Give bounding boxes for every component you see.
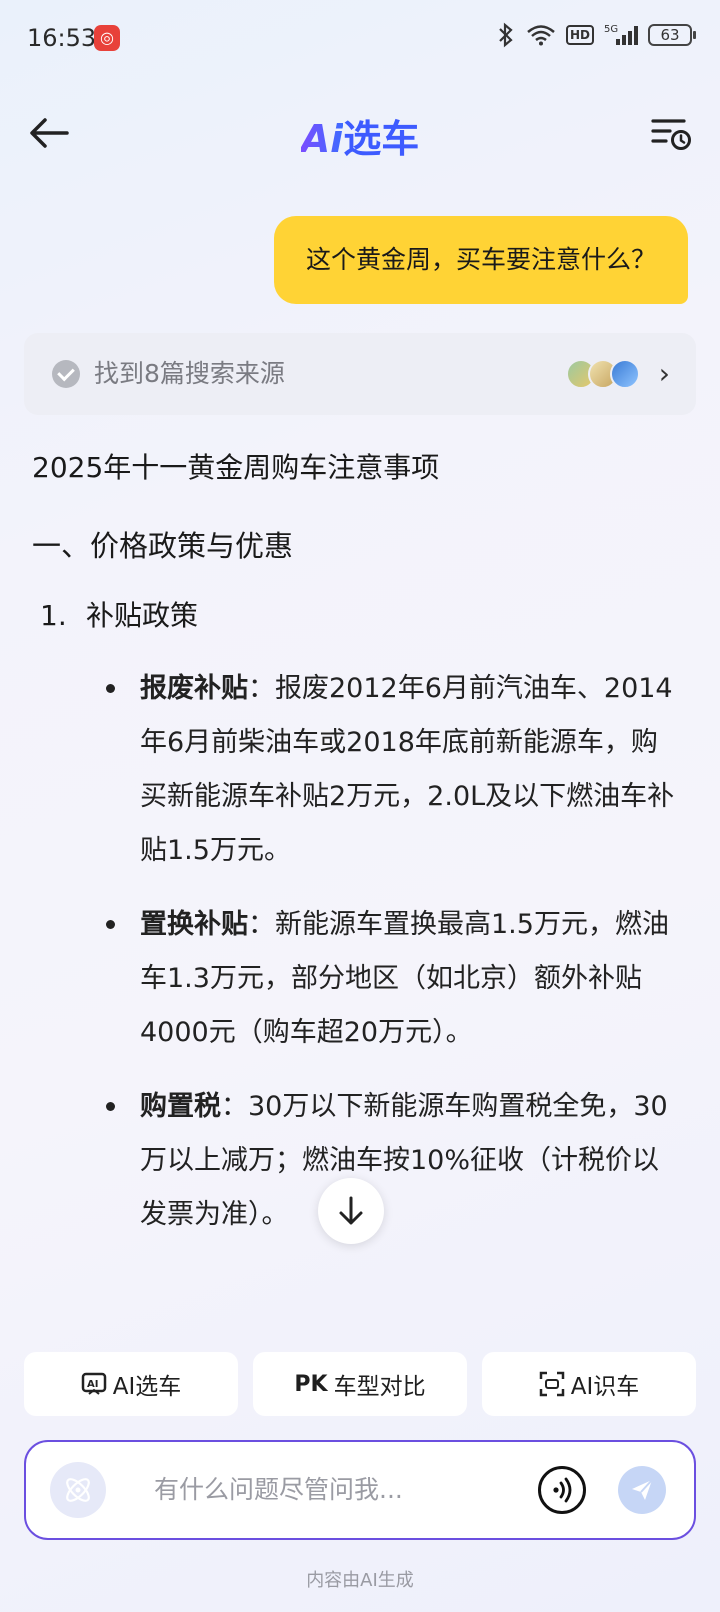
scroll-down-button[interactable] xyxy=(318,1178,384,1244)
battery-indicator: 63 xyxy=(648,24,696,46)
section-heading: 一、价格政策与优惠 xyxy=(32,529,294,563)
netease-music-icon: ◎ xyxy=(94,25,120,51)
send-button[interactable] xyxy=(618,1466,666,1514)
history-button[interactable] xyxy=(646,108,696,158)
chat-input-box[interactable]: 有什么问题尽管问我... xyxy=(24,1440,696,1540)
header: Ai选车 xyxy=(0,100,720,164)
atom-icon[interactable] xyxy=(50,1462,106,1518)
history-list-icon xyxy=(651,119,691,150)
ai-recognize-car-button[interactable]: AI识车 xyxy=(482,1352,696,1416)
bullet-label: 报废补贴 xyxy=(140,673,248,704)
source-avatars xyxy=(566,359,640,389)
atom-glyph xyxy=(66,1478,90,1502)
compare-models-button[interactable]: PK 车型对比 xyxy=(253,1352,467,1416)
quick-actions: AI AI选车 PK 车型对比 AI识车 xyxy=(24,1352,696,1416)
user-message-bubble: 这个黄金周，买车要注意什么？ xyxy=(273,216,688,304)
voice-input-button[interactable] xyxy=(538,1466,586,1514)
list-item: 报废补贴：报废2012年6月前汽油车、2014年6月前柴油车或2018年底前新能… xyxy=(32,662,682,878)
chevron-right-icon: › xyxy=(658,357,670,390)
check-circle-icon xyxy=(52,360,80,388)
sources-count-text: 找到8篇搜索来源 xyxy=(94,359,285,388)
svg-text:AI: AI xyxy=(87,1379,98,1390)
bullet-list: 报废补贴：报废2012年6月前汽油车、2014年6月前柴油车或2018年底前新能… xyxy=(32,662,682,1242)
hd-badge: HD xyxy=(565,25,594,45)
search-sources-bar[interactable]: 找到8篇搜索来源 › xyxy=(24,333,696,415)
title-ai: Ai xyxy=(300,117,344,161)
bullet-label: 置换补贴 xyxy=(140,909,248,940)
ai-car-icon: AI xyxy=(81,1372,106,1395)
quick-action-label: 车型对比 xyxy=(333,1374,426,1400)
arrow-down-icon xyxy=(339,1196,363,1225)
signal-icon: 5G xyxy=(604,24,638,45)
source-avatar xyxy=(610,359,640,389)
quick-action-label: AI选车 xyxy=(112,1374,182,1400)
answer-title: 2025年十一黄金周购车注意事项 xyxy=(32,451,440,484)
send-icon xyxy=(632,1479,653,1500)
answer-content: 2025年十一黄金周购车注意事项 一、价格政策与优惠 1. 补贴政策 报废补贴：报… xyxy=(32,440,682,1262)
subsection-heading: 1. 补贴政策 xyxy=(32,588,682,644)
wifi-icon xyxy=(527,25,555,46)
ai-disclaimer: 内容由AI生成 xyxy=(306,1570,414,1591)
ai-select-car-button[interactable]: AI AI选车 xyxy=(24,1352,238,1416)
status-bar: 16:53 ◎ HD 5G 63 xyxy=(0,0,720,74)
chat-input-field[interactable]: 有什么问题尽管问我... xyxy=(154,1442,403,1538)
pk-icon: PK xyxy=(294,1371,328,1397)
svg-text:5G: 5G xyxy=(604,24,618,35)
bullet-label: 购置税 xyxy=(140,1091,221,1122)
scan-car-icon xyxy=(539,1371,564,1397)
quick-action-label: AI识车 xyxy=(570,1374,640,1400)
list-item: 置换补贴：新能源车置换最高1.5万元，燃油车1.3万元，部分地区（如北京）额外补… xyxy=(32,898,682,1060)
title-rest: 选车 xyxy=(343,117,420,161)
system-icons: HD 5G 63 xyxy=(496,22,696,48)
voice-wave-icon xyxy=(553,1477,572,1503)
subsection-number: 1. xyxy=(40,599,67,632)
subsection-title: 补贴政策 xyxy=(86,599,199,632)
bluetooth-icon xyxy=(499,22,513,48)
status-time: 16:53 xyxy=(27,24,97,52)
page-title: Ai选车 xyxy=(0,108,720,163)
